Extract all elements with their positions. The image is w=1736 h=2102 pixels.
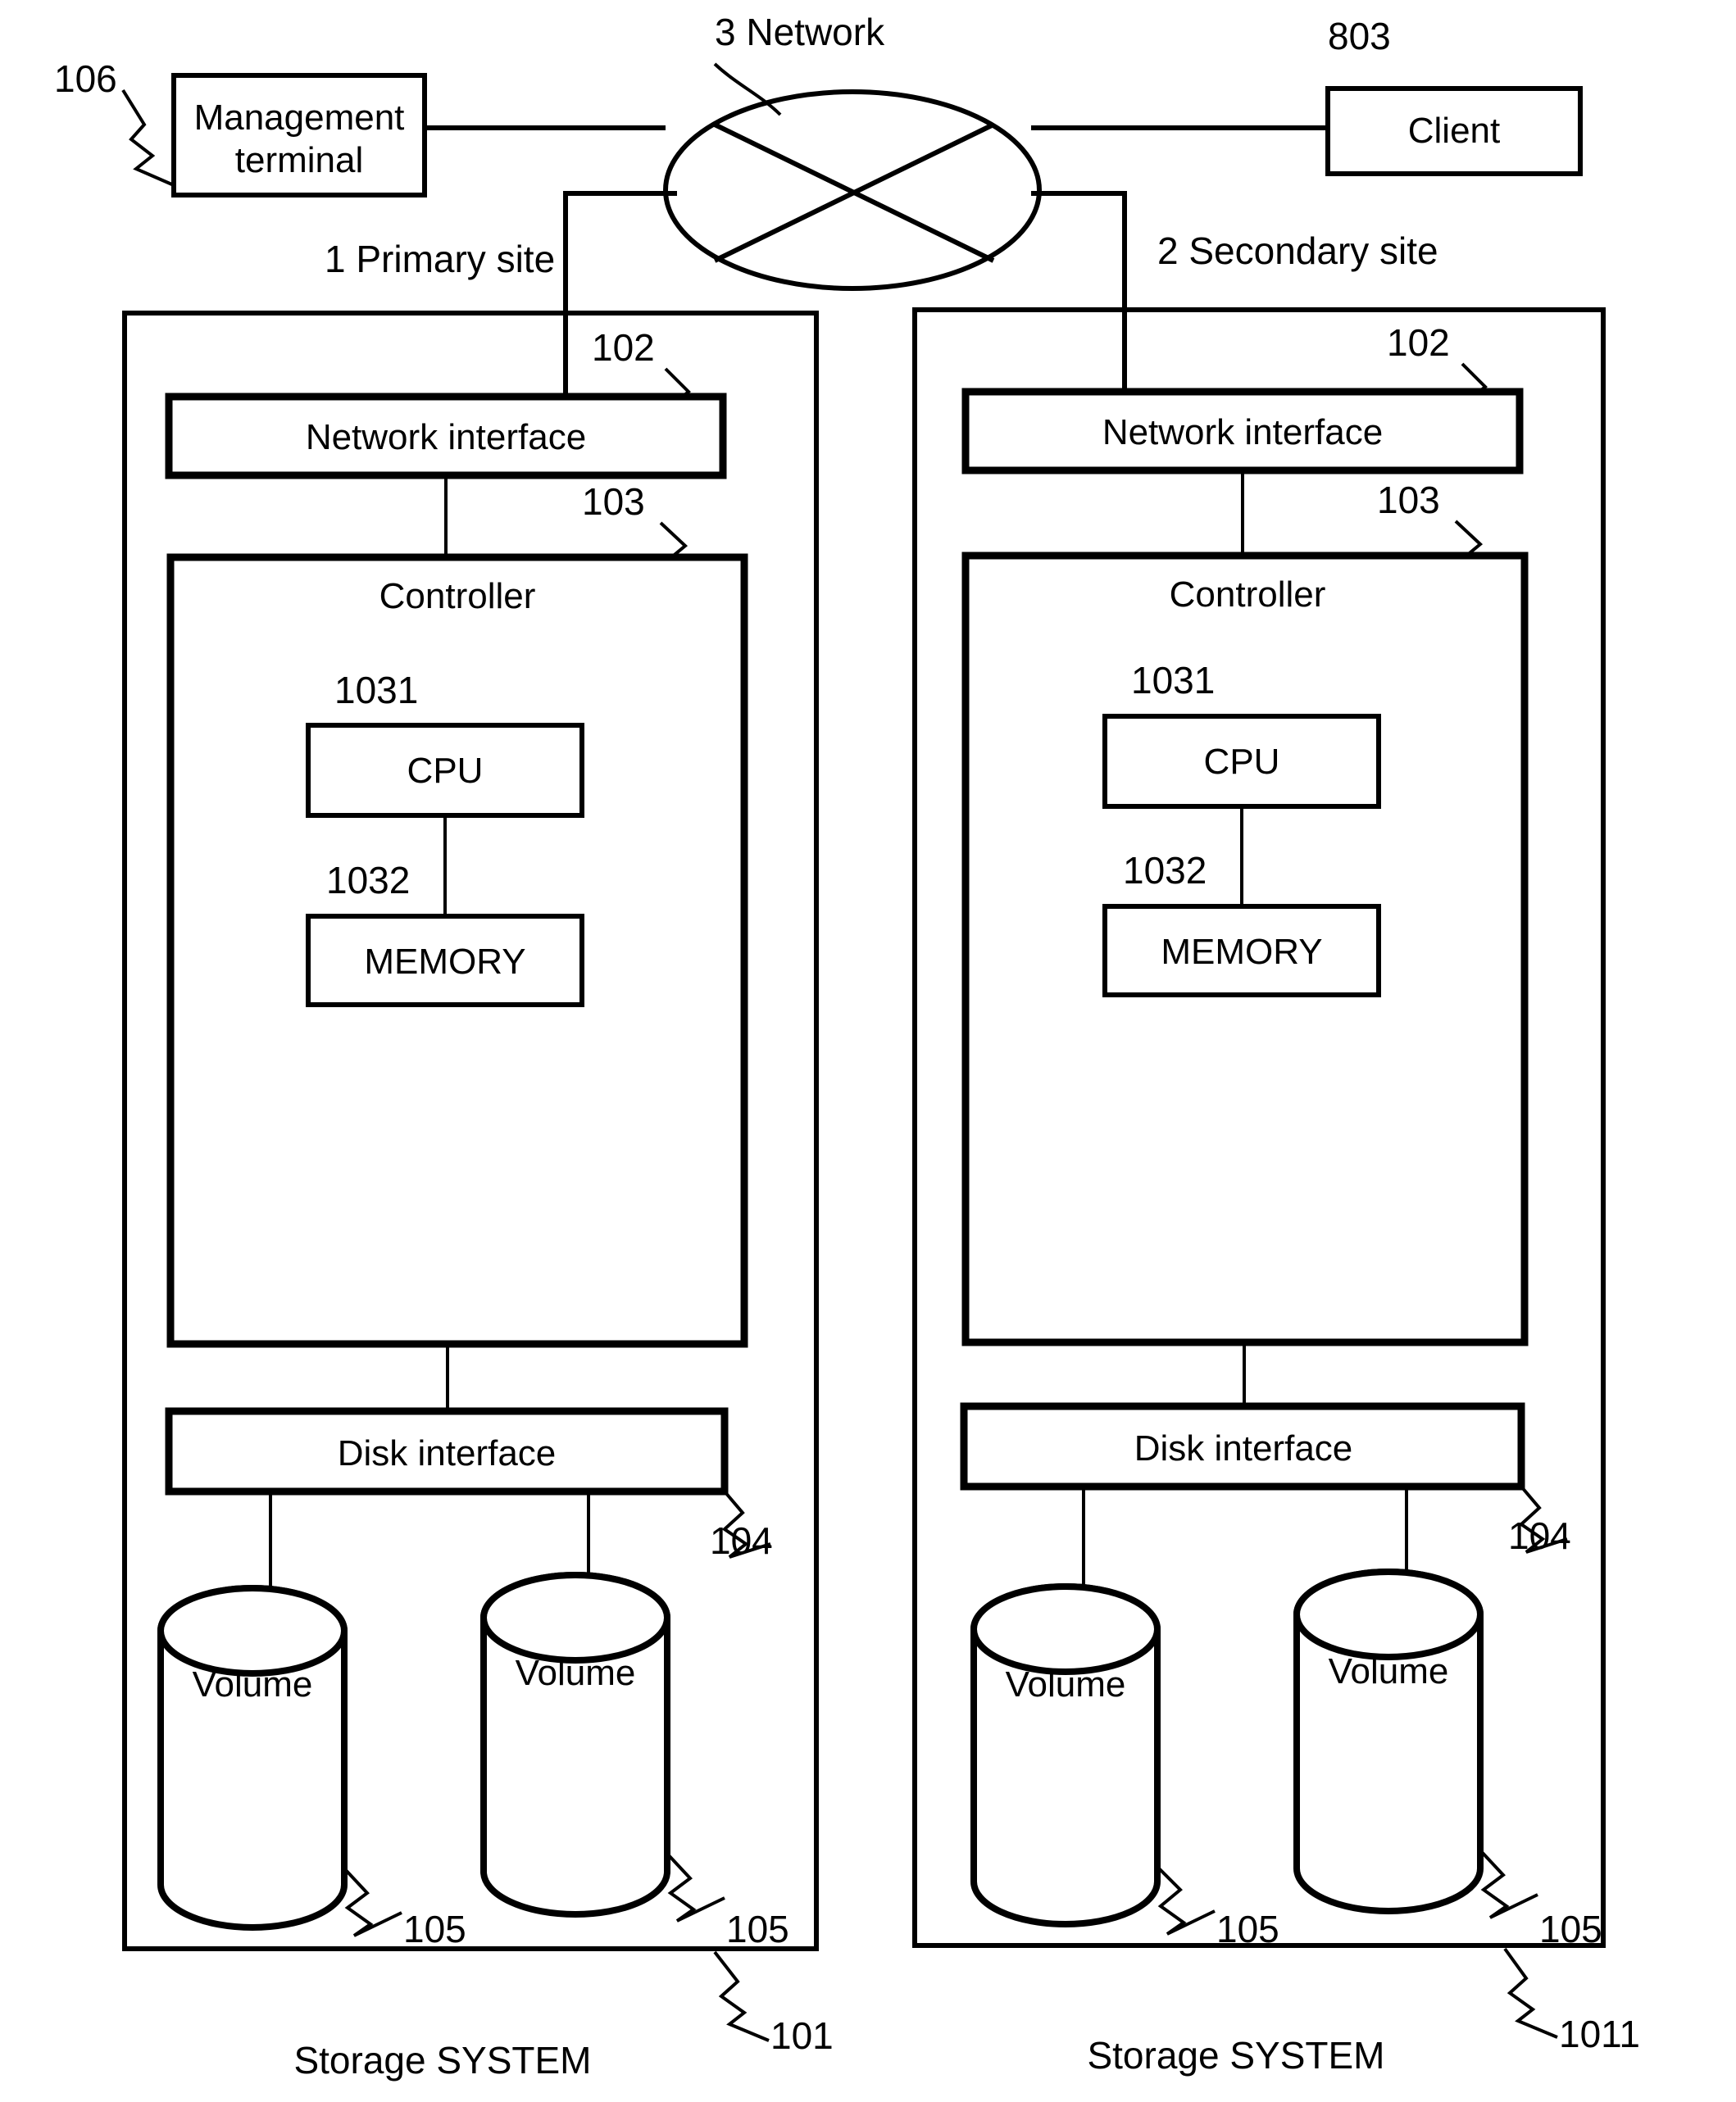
primary-ref-104-label: 104 — [710, 1519, 773, 1562]
primary-storage-system-label: Storage SYSTEM — [293, 2039, 591, 2082]
primary-volume-2-top — [480, 1572, 670, 1664]
ref-106-label: 106 — [54, 57, 117, 100]
secondary-site-label: 2 Secondary site — [1157, 229, 1438, 272]
secondary-volume-2-ref-label: 105 — [1539, 1908, 1602, 1950]
primary-volume-2[interactable]: Volume — [480, 1572, 670, 1918]
management-terminal-label-line2: terminal — [235, 140, 364, 180]
primary-controller-label: Controller — [379, 576, 536, 616]
primary-ref-102-label: 102 — [592, 326, 655, 369]
ref-106-leader — [121, 89, 175, 187]
secondary-ref-102-label: 102 — [1387, 321, 1450, 364]
primary-ref-1031-label: 1031 — [334, 669, 418, 711]
secondary-volume-2-ref-leader — [1479, 1849, 1538, 1919]
ref-803-label: 803 — [1328, 15, 1391, 57]
storage-system-block-diagram: 106 Management terminal 3 Network 803 Cl… — [54, 11, 1640, 2082]
client-label: Client — [1408, 111, 1501, 151]
primary-volume-1-ref-label: 105 — [403, 1908, 466, 1950]
secondary-volume-1-ref-label: 105 — [1216, 1908, 1279, 1950]
link-network-to-secondary-network-interface — [1031, 191, 1127, 392]
primary-volume-2-label: Volume — [516, 1653, 636, 1693]
secondary-ref-103-label: 103 — [1377, 479, 1440, 521]
secondary-volume-1-ref-leader — [1156, 1865, 1216, 1936]
management-terminal-label-line1: Management — [194, 98, 405, 138]
secondary-memory-label: MEMORY — [1161, 932, 1322, 972]
patent-figure-canvas: 106 Management terminal 3 Network 803 Cl… — [0, 0, 1736, 2102]
secondary-volume-2-top — [1293, 1569, 1484, 1660]
primary-memory-label: MEMORY — [364, 942, 525, 982]
primary-volume-1[interactable]: Volume — [157, 1585, 348, 1931]
secondary-volume-2-label: Volume — [1329, 1651, 1449, 1691]
secondary-volume-2[interactable]: Volume — [1293, 1569, 1484, 1914]
secondary-ref-104-label: 104 — [1508, 1514, 1571, 1557]
primary-disk-interface-label: Disk interface — [338, 1433, 557, 1473]
primary-ref-1032-label: 1032 — [326, 859, 410, 901]
secondary-storage-system-label: Storage SYSTEM — [1087, 2034, 1384, 2077]
secondary-volume-1-label: Volume — [1006, 1664, 1126, 1705]
primary-volume-1-label: Volume — [193, 1664, 313, 1705]
primary-volume-2-ref-leader — [666, 1852, 725, 1923]
secondary-ref-1031-label: 1031 — [1131, 659, 1215, 701]
secondary-controller-label: Controller — [1170, 574, 1326, 615]
ref-1011-leader — [1503, 1947, 1558, 2039]
primary-site-label: 1 Primary site — [325, 238, 555, 280]
network-label: 3 Network — [715, 11, 885, 53]
secondary-volume-1-top — [970, 1583, 1161, 1675]
secondary-disk-interface-label: Disk interface — [1134, 1428, 1353, 1469]
primary-site-group: 1 Primary site 101 Storage SYSTEM 102 Ne… — [122, 238, 834, 2082]
primary-volume-1-top — [157, 1585, 348, 1677]
secondary-cpu-label: CPU — [1204, 742, 1280, 782]
primary-volume-2-ref-label: 105 — [726, 1908, 789, 1950]
primary-volume-1-ref-leader — [343, 1867, 402, 1937]
ref-101-label: 101 — [770, 2014, 834, 2057]
primary-ref-103-label: 103 — [582, 480, 645, 523]
secondary-volume-1[interactable]: Volume — [970, 1583, 1161, 1927]
ref-101-leader — [713, 1950, 770, 2042]
primary-network-interface-label: Network interface — [306, 417, 586, 457]
secondary-ref-1032-label: 1032 — [1123, 849, 1207, 892]
secondary-site-group: 2 Secondary site 1011 Storage SYSTEM 102… — [912, 229, 1640, 2077]
primary-cpu-label: CPU — [407, 751, 484, 791]
secondary-network-interface-label: Network interface — [1102, 412, 1383, 452]
ref-1011-label: 1011 — [1559, 2013, 1640, 2055]
